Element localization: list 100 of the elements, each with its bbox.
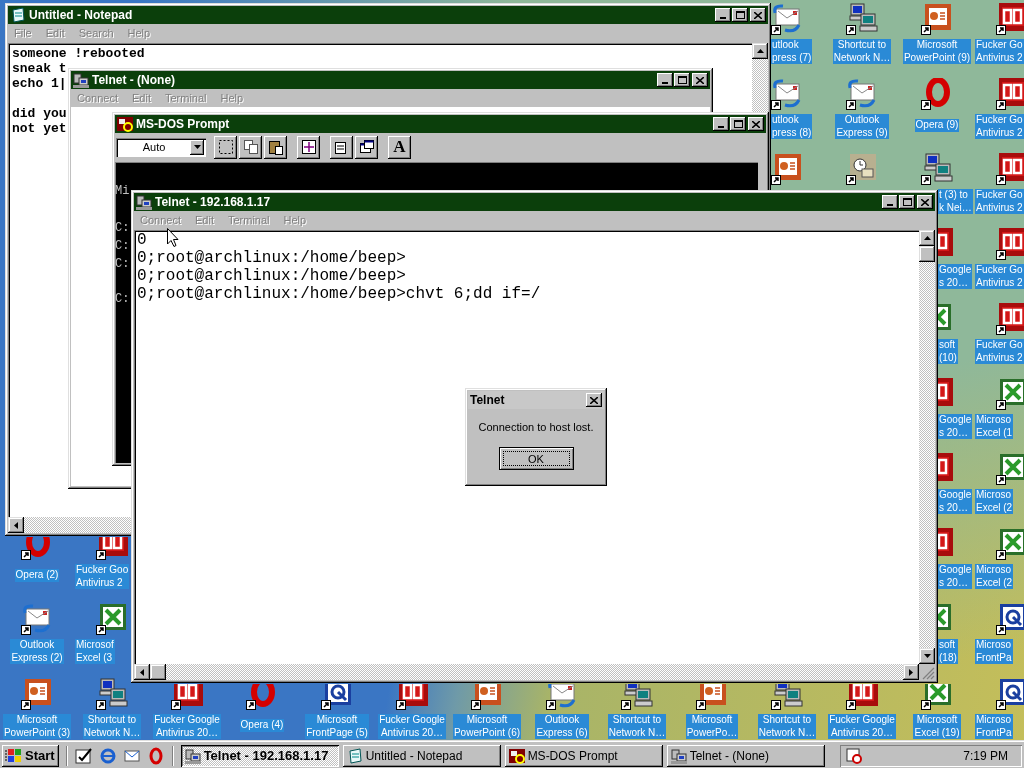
title-bar[interactable]: MS-DOS Prompt <box>115 115 766 133</box>
font-button[interactable]: A <box>388 135 411 159</box>
icon-label: Shortcut to Network N… <box>832 39 892 64</box>
icon-label: soft (18) <box>938 639 958 664</box>
full-screen-button[interactable] <box>297 135 320 159</box>
taskbar-button[interactable]: Untitled - Notepad <box>342 744 501 767</box>
spreadsheet-icon[interactable] <box>921 684 953 710</box>
taskbar-button[interactable]: Telnet - (None) <box>666 744 825 767</box>
envelope-icon[interactable] <box>846 78 878 110</box>
spreadsheet-icon[interactable] <box>996 378 1024 410</box>
app-tile-icon[interactable] <box>846 684 878 710</box>
icon-label: Opera (2) <box>14 569 60 582</box>
presentation-icon[interactable] <box>921 3 953 35</box>
minimize-button[interactable] <box>713 117 729 131</box>
app-tile-icon[interactable] <box>171 684 203 710</box>
resize-grip-icon[interactable] <box>919 664 935 680</box>
mark-button[interactable] <box>214 135 237 159</box>
spreadsheet-icon[interactable] <box>996 453 1024 485</box>
scheduler-icon[interactable] <box>846 747 862 764</box>
envelope-icon[interactable] <box>771 3 803 35</box>
taskbar-button[interactable]: MS-DOS Prompt <box>504 744 663 767</box>
icon-label: Fucker Go Antivirus 2 <box>975 189 1024 214</box>
scroll-down-button[interactable] <box>919 648 935 664</box>
envelope-icon[interactable] <box>771 78 803 110</box>
window-title: Untitled - Notepad <box>29 8 133 22</box>
close-icon <box>590 396 598 404</box>
windows-flag-icon <box>5 747 23 764</box>
title-bar[interactable]: Untitled - Notepad <box>8 6 768 24</box>
scroll-up-button[interactable] <box>919 230 935 246</box>
app-tile-icon[interactable] <box>396 684 428 710</box>
icon-label: utlook press (7) <box>771 39 813 64</box>
title-bar[interactable]: Telnet <box>468 391 604 409</box>
desktop-icon[interactable] <box>74 746 93 765</box>
minimize-icon <box>662 82 668 84</box>
paste-button[interactable] <box>264 135 287 159</box>
ok-button[interactable]: OK <box>498 447 574 470</box>
close-icon <box>752 120 760 128</box>
app-tile-icon[interactable] <box>996 228 1024 260</box>
computers-icon[interactable] <box>846 3 878 35</box>
envelope-icon[interactable] <box>546 684 578 710</box>
notepad-icon <box>346 747 363 764</box>
scroll-thumb[interactable] <box>919 246 935 262</box>
start-button[interactable]: Start <box>2 744 59 767</box>
icon-label: Opera (4) <box>239 719 285 732</box>
right-arrow-icon <box>908 668 914 676</box>
icon-label: Microsof Excel (3 <box>75 639 115 664</box>
minimize-button[interactable] <box>657 73 673 87</box>
app-tile-icon[interactable] <box>996 3 1024 35</box>
scroll-left-button[interactable] <box>134 664 150 680</box>
font-size-dropdown[interactable]: Auto <box>116 137 206 157</box>
close-button[interactable] <box>748 117 764 131</box>
title-bar[interactable]: Telnet - (None) <box>71 71 710 89</box>
icon-label: Google s 20… <box>938 264 973 289</box>
envelope-icon[interactable] <box>21 603 53 635</box>
background-button[interactable] <box>355 135 378 159</box>
scroll-thumb[interactable] <box>150 664 166 680</box>
minimize-button[interactable] <box>715 8 731 22</box>
maximize-icon <box>677 76 687 84</box>
computers-icon[interactable] <box>96 678 128 710</box>
computers-icon[interactable] <box>921 153 953 185</box>
close-button[interactable] <box>750 8 766 22</box>
title-bar[interactable]: Telnet - 192.168.1.17 <box>134 193 935 211</box>
browser-icon[interactable] <box>98 746 117 765</box>
scroll-up-button[interactable] <box>752 43 768 59</box>
clock: 7:19 PM <box>963 748 1008 763</box>
icon-label: Fucker Google Antivirus 20… <box>378 714 446 739</box>
app-tile-icon[interactable] <box>996 78 1024 110</box>
ring-icon[interactable] <box>921 78 953 110</box>
maximize-button[interactable] <box>732 8 748 22</box>
icon-label: Fucker Go Antivirus 2 <box>975 339 1024 364</box>
close-icon <box>921 198 929 206</box>
icon-label: Microso FrontPa <box>975 639 1013 664</box>
maximize-icon <box>902 198 912 206</box>
ring-icon[interactable] <box>21 537 53 560</box>
presentation-icon[interactable] <box>771 153 803 185</box>
close-button[interactable] <box>692 73 708 87</box>
web-page-icon[interactable] <box>996 678 1024 710</box>
spreadsheet-icon[interactable] <box>996 528 1024 560</box>
maximize-button[interactable] <box>674 73 690 87</box>
maximize-button[interactable] <box>899 195 915 209</box>
ring-icon[interactable] <box>246 684 278 710</box>
web-page-icon[interactable] <box>996 603 1024 635</box>
scroll-left-button[interactable] <box>8 517 24 533</box>
close-button[interactable] <box>917 195 933 209</box>
clock-icon[interactable] <box>846 153 878 185</box>
app-tile-icon[interactable] <box>996 303 1024 335</box>
spreadsheet-icon[interactable] <box>96 603 128 635</box>
maximize-button[interactable] <box>730 117 746 131</box>
minimize-button[interactable] <box>882 195 898 209</box>
app-tile-icon[interactable] <box>996 153 1024 185</box>
presentation-icon[interactable] <box>21 678 53 710</box>
icon-label: Fucker Google Antivirus 20… <box>828 714 896 739</box>
taskbar-button[interactable]: Telnet - 192.168.1.17 <box>180 744 339 767</box>
copy-button[interactable] <box>239 135 262 159</box>
scroll-right-button[interactable] <box>903 664 919 680</box>
icon-label: Microsoft PowerPoint (9) <box>902 39 972 64</box>
icon-label: utlook press (8) <box>771 114 813 139</box>
close-button[interactable] <box>586 393 602 407</box>
notepad-icon <box>10 7 26 23</box>
properties-button[interactable] <box>330 135 353 159</box>
